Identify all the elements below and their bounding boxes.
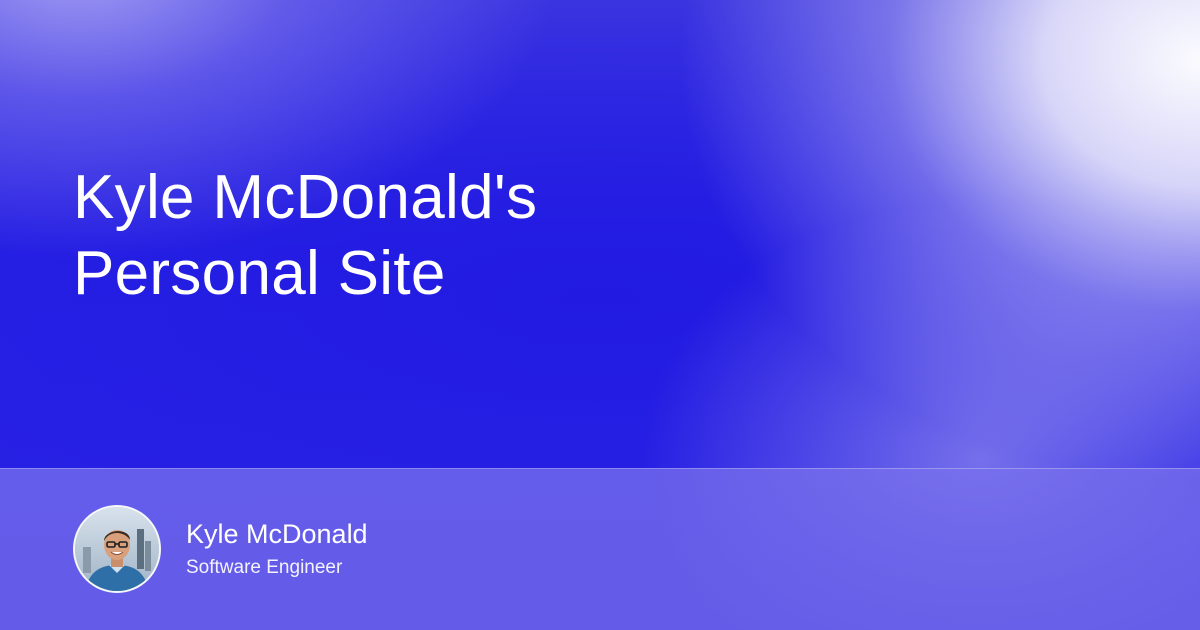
person-portrait-icon	[75, 507, 159, 591]
page-title: Kyle McDonald's Personal Site	[73, 160, 773, 312]
author-role: Software Engineer	[186, 557, 343, 578]
title-line-2: Personal Site	[73, 239, 446, 308]
avatar	[73, 505, 161, 593]
author-band	[0, 468, 1200, 630]
divider	[0, 468, 1200, 469]
title-line-1: Kyle McDonald's	[73, 163, 538, 232]
social-card: Kyle McDonald's Personal Site Kyle McDon…	[0, 0, 1200, 630]
author-name: Kyle McDonald	[186, 519, 368, 549]
